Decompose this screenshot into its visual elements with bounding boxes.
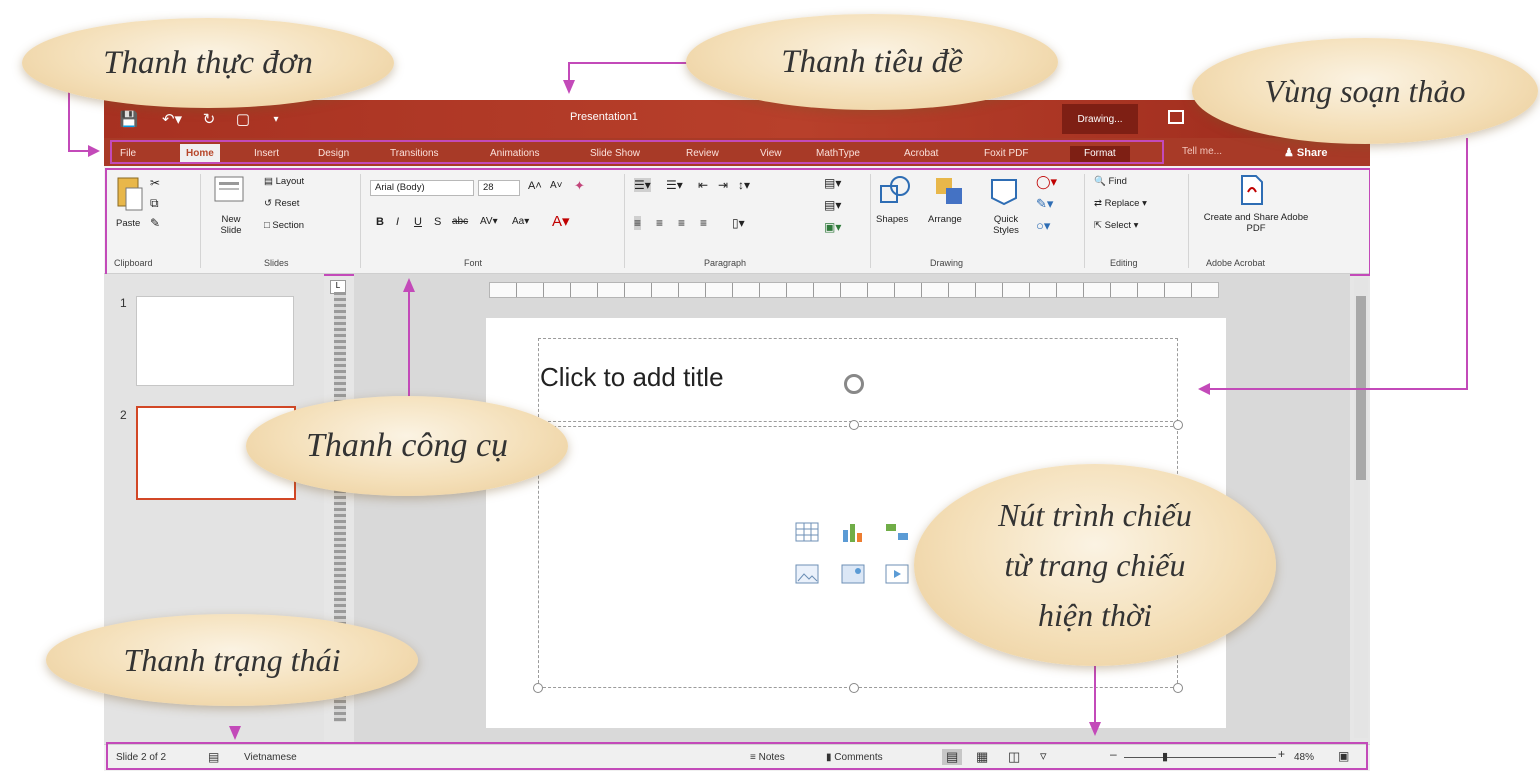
document-title: Presentation1: [570, 111, 638, 123]
callout-toolbar: Thanh công cụ: [246, 396, 568, 496]
tell-me-search[interactable]: Tell me...: [1182, 146, 1222, 157]
status-bar-highlight: [106, 742, 1368, 770]
undo-icon[interactable]: ↶▾: [156, 108, 188, 130]
share-button[interactable]: ♟ Share: [1284, 146, 1328, 159]
slideshow-arrowhead: [1089, 722, 1101, 736]
menu-bar-highlight: [110, 140, 1164, 164]
callout-slideshow-line2: từ trang chiếu: [1004, 547, 1186, 583]
insert-smartart-icon[interactable]: [884, 520, 910, 544]
menu-bar-pointer-line: [68, 150, 90, 152]
slide-number: 1: [120, 296, 127, 310]
slide-thumbnail-1[interactable]: [136, 296, 294, 386]
resize-handle[interactable]: [533, 683, 543, 693]
resize-handle[interactable]: [849, 683, 859, 693]
horizontal-ruler: [489, 282, 1219, 298]
insert-chart-icon[interactable]: [840, 520, 866, 544]
editing-area-pointer-line: [1210, 388, 1468, 390]
customize-qat-icon[interactable]: ▾: [268, 108, 284, 130]
callout-menu-bar: Thanh thực đơn: [22, 18, 394, 108]
title-placeholder-text: Click to add title: [540, 362, 724, 392]
callout-slideshow-line1: Nút trình chiếu: [998, 497, 1192, 533]
slideshow-pointer-line: [1094, 662, 1096, 724]
callout-slideshow-button: Nút trình chiếu từ trang chiếu hiện thời: [914, 464, 1276, 666]
title-bar-pointer-line: [568, 62, 688, 64]
editing-area-arrowhead: [1198, 383, 1210, 395]
toolbar-highlight: [105, 168, 1370, 276]
resize-handle[interactable]: [1173, 420, 1183, 430]
save-icon[interactable]: 💾: [118, 108, 140, 130]
menu-bar-pointer-line: [68, 92, 70, 152]
contextual-tab-title: Drawing...: [1062, 104, 1138, 134]
redo-icon[interactable]: ↻: [198, 108, 220, 130]
resize-handle[interactable]: [1173, 683, 1183, 693]
title-bar-pointer-line: [568, 62, 570, 80]
status-bar-arrowhead: [229, 726, 241, 740]
insert-picture-icon[interactable]: [794, 562, 820, 586]
menu-bar-arrowhead: [88, 145, 100, 157]
rotate-handle-icon[interactable]: [844, 374, 864, 394]
ribbon-display-options-icon[interactable]: [1168, 110, 1184, 124]
callout-editing-area: Vùng soạn thảo: [1192, 38, 1538, 144]
editing-area-pointer-line: [1466, 138, 1468, 390]
insert-video-icon[interactable]: [884, 562, 910, 586]
share-label: Share: [1296, 147, 1328, 159]
title-bar-arrowhead: [563, 80, 575, 94]
insert-table-icon[interactable]: [794, 520, 820, 544]
toolbar-arrowhead: [403, 278, 415, 292]
callout-status-bar: Thanh trạng thái: [46, 614, 418, 706]
start-slideshow-icon[interactable]: ▢: [232, 108, 254, 130]
toolbar-pointer-line: [408, 290, 410, 402]
callout-slideshow-line3: hiện thời: [1038, 597, 1152, 633]
resize-handle[interactable]: [849, 420, 859, 430]
insert-online-picture-icon[interactable]: [840, 562, 866, 586]
slide-number: 2: [120, 408, 127, 422]
callout-title-bar: Thanh tiêu đề: [686, 14, 1058, 110]
